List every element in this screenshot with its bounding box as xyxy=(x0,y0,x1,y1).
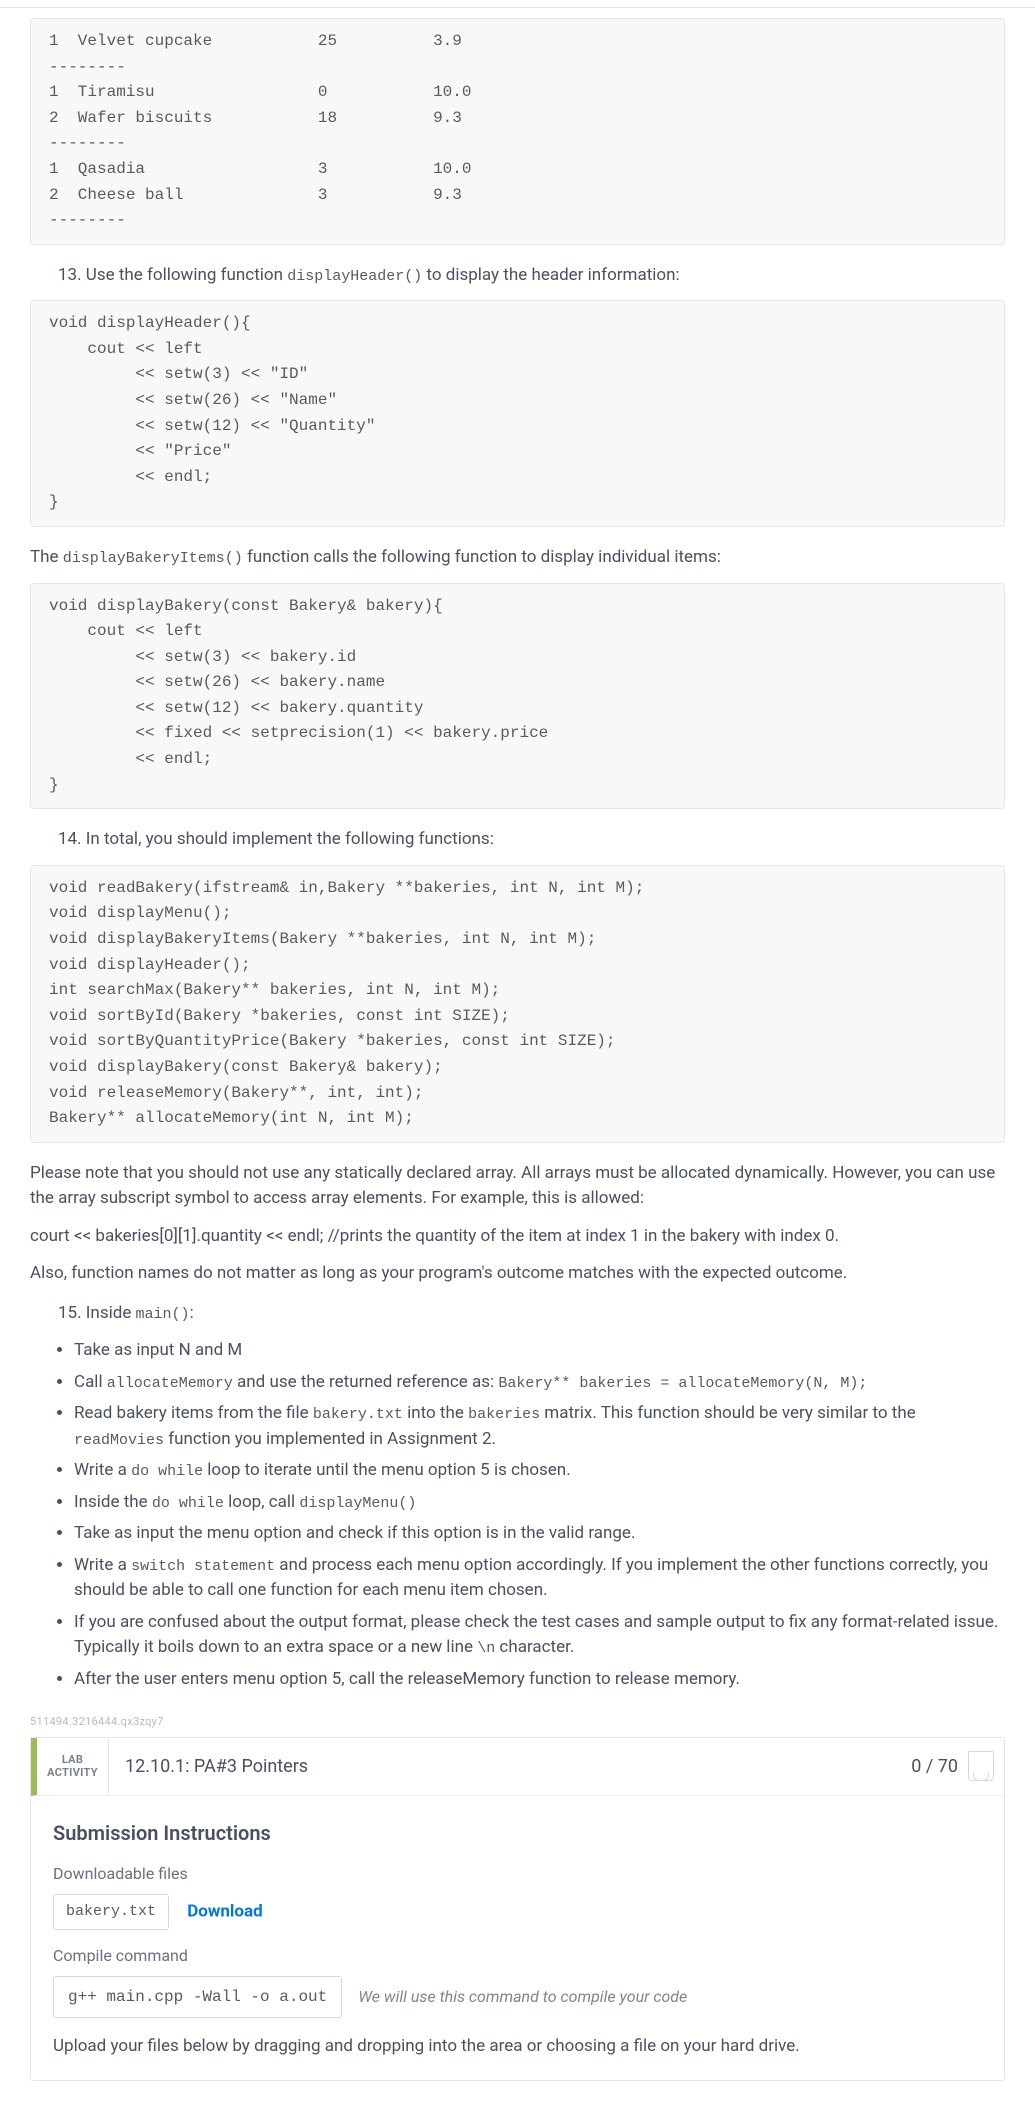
item-13: 13. Use the following function displayHe… xyxy=(58,263,1005,289)
list-item: Take as input the menu option and check … xyxy=(74,1521,1005,1547)
content-area: 1 Velvet cupcake 25 3.9 -------- 1 Tiram… xyxy=(0,18,1035,1692)
list-item: Write a switch statement and process eac… xyxy=(74,1553,1005,1604)
output-sample-block: 1 Velvet cupcake 25 3.9 -------- 1 Tiram… xyxy=(30,18,1005,245)
note-static-array: Please note that you should not use any … xyxy=(30,1161,1005,1212)
inline-code: Bakery** bakeries = allocateMemory(N, M)… xyxy=(498,1375,867,1392)
lab-tag: LAB ACTIVITY xyxy=(37,1738,109,1795)
compile-command-box: g++ main.cpp -Wall -o a.out xyxy=(53,1976,342,2018)
list-item: Write a do while loop to iterate until t… xyxy=(74,1458,1005,1484)
code-display-header: void displayHeader(){ cout << left << se… xyxy=(30,300,1005,527)
display-header-fn: displayHeader() xyxy=(287,268,422,285)
code-display-bakery: void displayBakery(const Bakery& bakery)… xyxy=(30,583,1005,810)
score-bookmark-icon[interactable] xyxy=(968,1751,994,1781)
inline-code: allocateMemory xyxy=(107,1375,233,1392)
inline-code: bakery.txt xyxy=(313,1406,403,1423)
item-15: 15. Inside main(): xyxy=(58,1301,1005,1327)
top-divider xyxy=(0,0,1035,8)
lab-body: Submission Instructions Downloadable fil… xyxy=(31,1796,1004,2080)
item-15-suffix: : xyxy=(190,1303,194,1323)
tiny-id: 511494.3216444.qx3zqy7 xyxy=(30,1714,1035,1731)
compile-command-label: Compile command xyxy=(53,1944,982,1968)
downloadable-files-label: Downloadable files xyxy=(53,1862,982,1886)
inline-code: bakeries xyxy=(468,1406,540,1423)
note-example-line: court << bakeries[0][1].quantity << endl… xyxy=(30,1224,1005,1250)
list-item: Call allocateMemory and use the returned… xyxy=(74,1370,1005,1396)
item-15-prefix: 15. Inside xyxy=(58,1303,136,1323)
list-item: After the user enters menu option 5, cal… xyxy=(74,1667,1005,1693)
inline-code: do while xyxy=(152,1495,224,1512)
main-bullet-list: Take as input N and M Call allocateMemory… xyxy=(74,1338,1005,1692)
submission-title: Submission Instructions xyxy=(53,1818,982,1848)
lab-tag-line2: ACTIVITY xyxy=(47,1766,98,1779)
inline-code: switch statement xyxy=(131,1558,275,1575)
upload-instructions: Upload your files below by dragging and … xyxy=(53,2034,982,2060)
download-row: bakery.txt Download xyxy=(53,1894,982,1931)
inline-code: readMovies xyxy=(74,1432,164,1449)
item-13-prefix: 13. Use the following function xyxy=(58,265,287,285)
lab-score-text: 0 / 70 xyxy=(911,1753,958,1780)
item-14: 14. In total, you should implement the f… xyxy=(58,827,1005,853)
lab-tag-line1: LAB xyxy=(62,1753,83,1766)
main-fn: main() xyxy=(136,1306,190,1323)
after-header-suffix: function calls the following function to… xyxy=(243,547,721,567)
note-fn-names: Also, function names do not matter as lo… xyxy=(30,1261,1005,1287)
list-item: Read bakery items from the file bakery.t… xyxy=(74,1401,1005,1452)
download-link[interactable]: Download xyxy=(187,1901,262,1921)
lab-title: 12.10.1: PA#3 Pointers xyxy=(109,1738,911,1795)
compile-note: We will use this command to compile your… xyxy=(358,1985,687,2009)
inline-code: \n xyxy=(477,1640,495,1657)
list-item: Take as input N and M xyxy=(74,1338,1005,1364)
inline-code: do while xyxy=(131,1463,203,1480)
compile-row: g++ main.cpp -Wall -o a.out We will use … xyxy=(53,1976,982,2018)
after-header-para: The displayBakeryItems() function calls … xyxy=(30,545,1005,571)
display-bakery-items-fn: displayBakeryItems() xyxy=(63,550,243,567)
inline-code: displayMenu() xyxy=(299,1495,416,1512)
list-item: Inside the do while loop, call displayMe… xyxy=(74,1490,1005,1516)
list-item: If you are confused about the output for… xyxy=(74,1610,1005,1661)
lab-activity-card: LAB ACTIVITY 12.10.1: PA#3 Pointers 0 / … xyxy=(30,1737,1005,2081)
lab-score: 0 / 70 xyxy=(911,1738,1004,1795)
code-signatures: void readBakery(ifstream& in,Bakery **ba… xyxy=(30,865,1005,1143)
file-chip-bakery: bakery.txt xyxy=(53,1894,169,1931)
after-header-prefix: The xyxy=(30,547,63,567)
item-13-suffix: to display the header information: xyxy=(422,265,679,285)
